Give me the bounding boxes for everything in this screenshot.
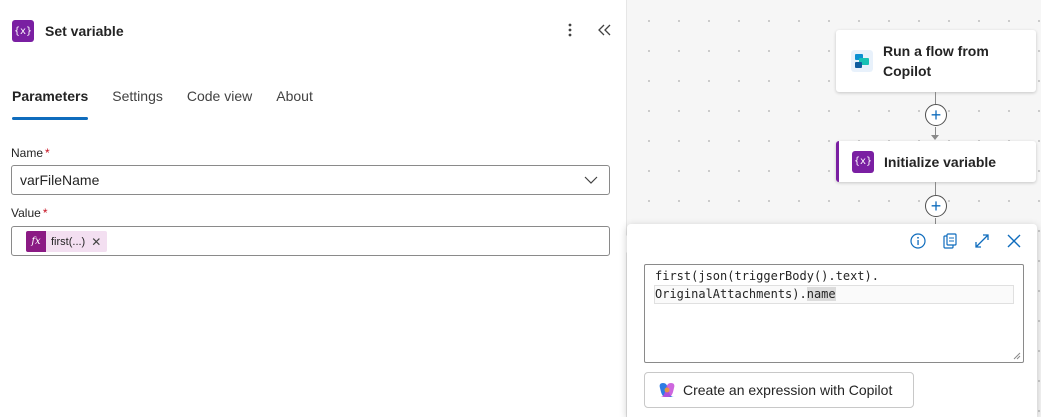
tab-about[interactable]: About (276, 88, 313, 120)
add-step-button[interactable]: + (925, 195, 947, 217)
close-icon (1007, 234, 1021, 248)
collapse-panel-button[interactable] (595, 20, 615, 40)
tab-settings[interactable]: Settings (112, 88, 163, 120)
panel-header: {x} Set variable (12, 20, 124, 42)
copilot-button-label: Create an expression with Copilot (683, 382, 893, 398)
node-label: Initialize variable (884, 153, 997, 170)
more-options-button[interactable] (560, 20, 580, 40)
variable-icon: {x} (12, 20, 34, 42)
value-field-label: Value * (11, 206, 47, 220)
highlighted-token: name (806, 287, 836, 301)
connector-line (935, 127, 936, 135)
arrow-down-icon (931, 135, 939, 140)
required-mark: * (45, 146, 50, 160)
code-line-2-text: OriginalAttachments). (655, 287, 807, 301)
connector-line (935, 182, 936, 195)
popup-toolbar (909, 232, 1023, 250)
name-dropdown[interactable]: varFileName (11, 165, 610, 195)
tab-code-view[interactable]: Code view (187, 88, 252, 120)
set-variable-panel: {x} Set variable Parameters Settings Cod… (0, 0, 627, 417)
remove-token-button[interactable]: ✕ (91, 235, 107, 249)
panel-tabs: Parameters Settings Code view About (12, 88, 337, 120)
flow-node-run-from-copilot[interactable]: Run a flow from Copilot (836, 30, 1036, 92)
expand-icon (975, 234, 989, 248)
tab-parameters[interactable]: Parameters (12, 88, 89, 120)
required-mark: * (42, 206, 48, 220)
panel-title: Set variable (45, 23, 124, 39)
create-expression-copilot-button[interactable]: Create an expression with Copilot (644, 372, 914, 408)
code-line-1: first(json(triggerBody().text). (655, 269, 879, 283)
info-icon (910, 233, 926, 249)
plus-icon: + (930, 105, 942, 125)
chevron-down-icon (584, 176, 598, 184)
fx-icon: fx (26, 231, 46, 252)
name-label-text: Name (11, 146, 44, 160)
double-chevron-left-icon (598, 24, 611, 36)
name-field-label: Name * (11, 146, 50, 160)
more-vertical-icon (568, 23, 572, 37)
copilot-studio-icon (851, 50, 873, 72)
copy-icon (943, 233, 957, 249)
expression-token[interactable]: fx first(...) ✕ (26, 231, 108, 252)
expand-button[interactable] (973, 232, 991, 250)
variable-icon: {x} (852, 150, 874, 173)
expression-editor-popup: first(json(triggerBody().text). Original… (627, 224, 1037, 417)
value-label-text: Value (11, 206, 41, 220)
resize-grip-icon[interactable] (1013, 352, 1021, 360)
info-button[interactable] (909, 232, 927, 250)
value-input[interactable]: fx first(...) ✕ (11, 226, 610, 256)
close-button[interactable] (1005, 232, 1023, 250)
add-step-button[interactable]: + (925, 104, 947, 126)
copilot-icon (659, 383, 675, 397)
plus-icon: + (930, 196, 942, 216)
code-line-2: OriginalAttachments).name (654, 285, 1014, 304)
expression-code-editor[interactable]: first(json(triggerBody().text). Original… (644, 264, 1024, 363)
name-dropdown-value: varFileName (20, 172, 100, 188)
connector-line (935, 92, 936, 104)
expression-token-label: first(...) (51, 235, 86, 248)
copy-button[interactable] (941, 232, 959, 250)
node-label: Run a flow from Copilot (883, 43, 989, 79)
flow-node-initialize-variable[interactable]: {x} Initialize variable (836, 141, 1036, 182)
